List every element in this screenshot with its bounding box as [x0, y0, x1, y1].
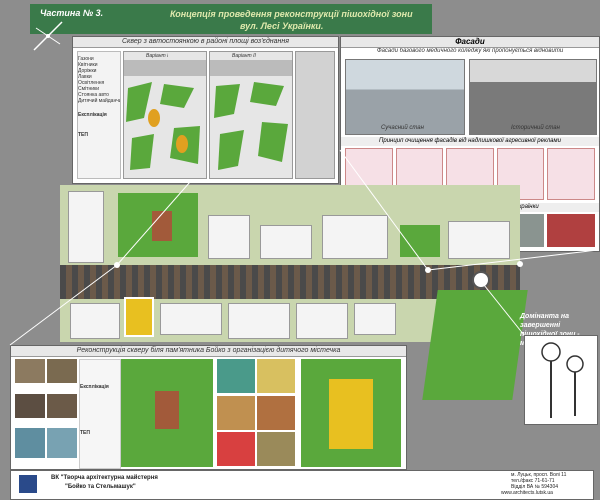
leader-lines [9, 149, 599, 346]
